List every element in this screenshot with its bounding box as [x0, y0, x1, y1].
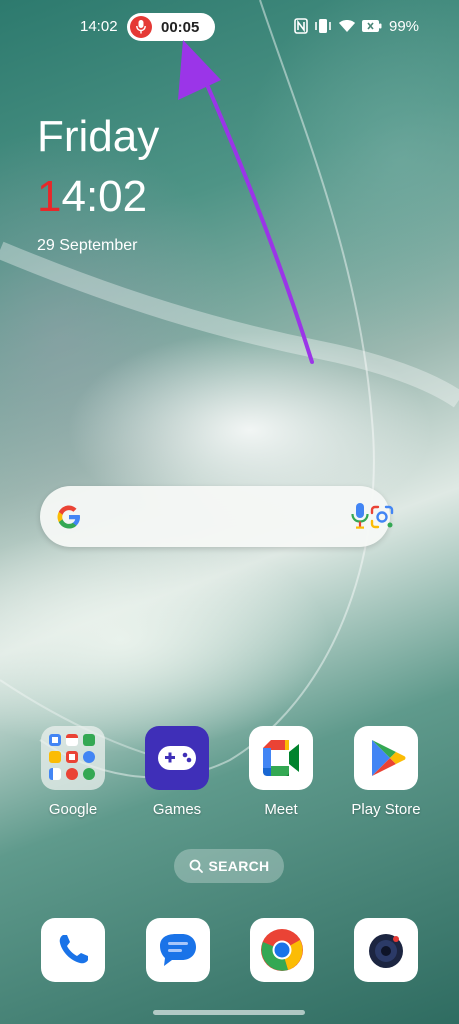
google-lens-icon[interactable]	[369, 504, 395, 530]
app-meet[interactable]: Meet	[236, 726, 326, 818]
app-play-store[interactable]: Play Store	[341, 726, 431, 818]
search-icon	[189, 859, 203, 873]
dock-messages[interactable]	[146, 918, 210, 982]
dock-camera[interactable]	[354, 918, 418, 982]
messages-icon	[160, 934, 196, 966]
dock-phone[interactable]	[41, 918, 105, 982]
app-drawer-search-button[interactable]: SEARCH	[174, 849, 284, 883]
chrome-icon	[261, 929, 303, 971]
google-logo-icon	[57, 505, 80, 529]
home-gesture-bar[interactable]	[153, 1010, 305, 1015]
google-folder-icon	[41, 726, 105, 790]
google-search-bar[interactable]	[40, 486, 394, 547]
app-drawer-search-label: SEARCH	[208, 858, 270, 874]
camera-icon	[369, 934, 403, 968]
clock-time[interactable]: 14:02	[37, 172, 147, 222]
dock-chrome[interactable]	[250, 918, 314, 982]
app-google-folder[interactable]: Google	[28, 726, 118, 818]
clock-time-rest: 4:02	[61, 172, 148, 221]
app-games[interactable]: Games	[132, 726, 222, 818]
app-label: Meet	[264, 801, 298, 818]
clock-time-first-digit: 1	[37, 172, 62, 221]
app-label: Google	[48, 801, 98, 818]
microphone-icon[interactable]	[350, 502, 370, 530]
games-icon	[145, 726, 209, 790]
app-label: Play Store	[351, 801, 421, 818]
phone-icon	[59, 935, 88, 964]
app-label: Games	[152, 801, 202, 818]
home-screen: 14:02 00:05 99% Friday 14:02 29 Septembe…	[0, 0, 459, 1024]
clock-date: 29 September	[37, 237, 138, 254]
meet-icon	[249, 726, 313, 790]
clock-day: Friday	[37, 112, 160, 161]
play-store-icon	[354, 726, 418, 790]
